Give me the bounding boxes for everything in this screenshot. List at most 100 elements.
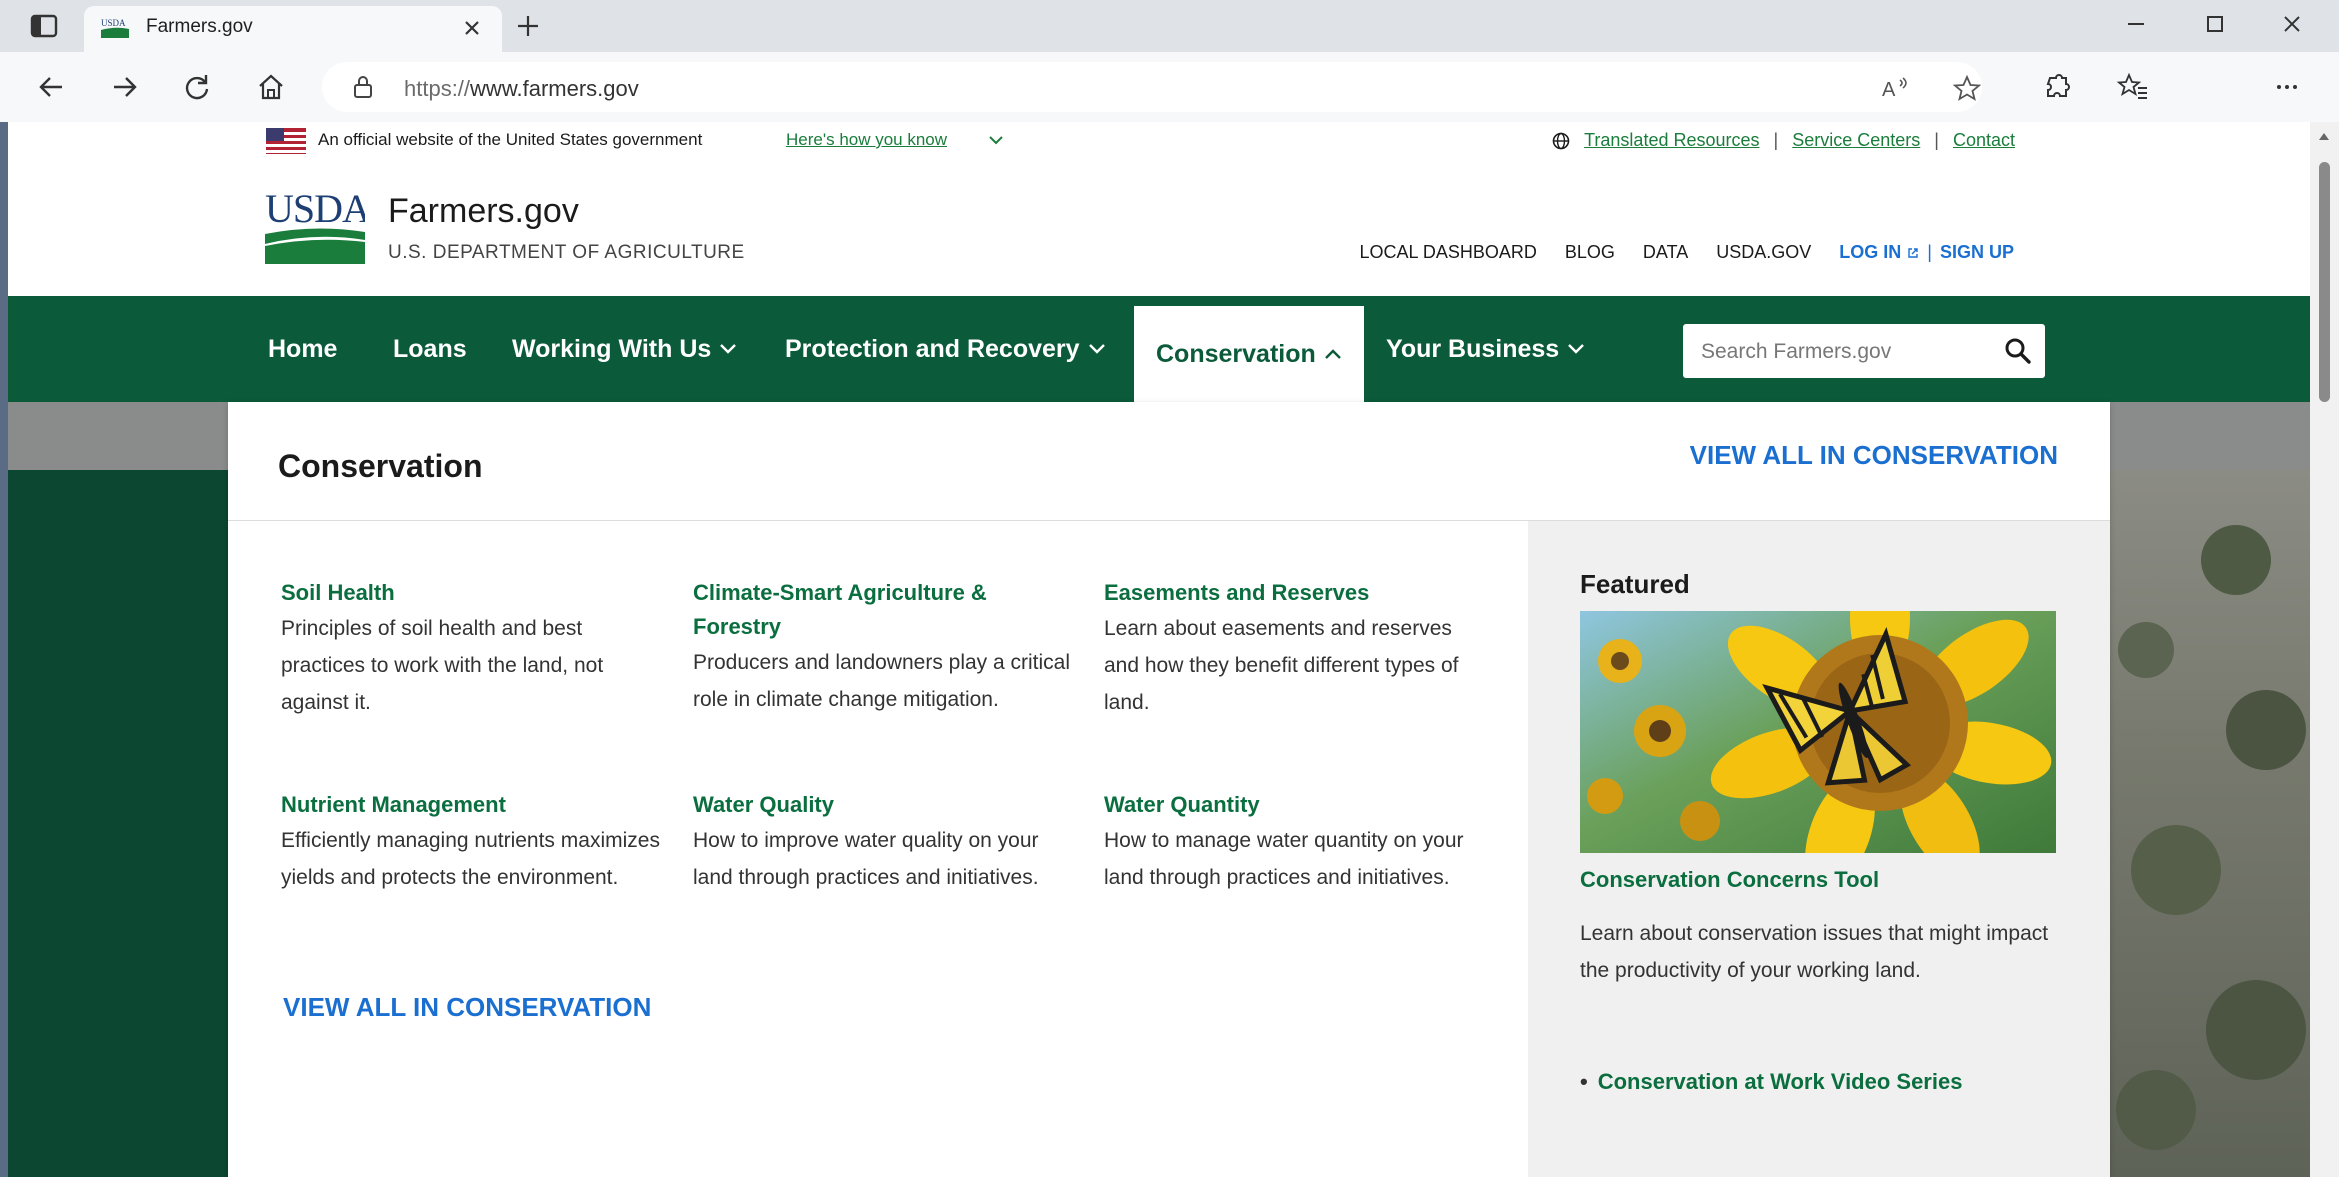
heres-how-you-know-link[interactable]: Here's how you know (786, 130, 947, 150)
chevron-down-icon (1088, 344, 1105, 354)
signup-link[interactable]: SIGN UP (1940, 242, 2014, 263)
lock-icon[interactable] (352, 75, 374, 99)
url-field[interactable]: https://www.farmers.gov A (322, 62, 1982, 112)
nav-your-business[interactable]: Your Business (1386, 296, 1585, 402)
nav-conservation[interactable]: Conservation (1134, 306, 1364, 402)
menu-item-desc: Producers and landowners play a critical… (693, 651, 1071, 711)
menu-item-easements-reserves[interactable]: Easements and Reserves Learn about easem… (1104, 576, 1484, 721)
maximize-icon[interactable] (2192, 6, 2236, 42)
login-link[interactable]: LOG IN (1839, 242, 1919, 263)
external-link-icon (1908, 247, 1918, 258)
scroll-up-arrow-icon[interactable] (2317, 130, 2331, 142)
nav-loans[interactable]: Loans (393, 296, 467, 402)
hero-photo (2106, 470, 2310, 1177)
service-centers-link[interactable]: Service Centers (1792, 130, 1920, 151)
nav-protection-recovery[interactable]: Protection and Recovery (785, 296, 1106, 402)
local-dashboard-link[interactable]: LOCAL DASHBOARD (1360, 242, 1537, 263)
nav-working-with-us[interactable]: Working With Us (512, 296, 737, 402)
address-bar: https://www.farmers.gov A (0, 52, 2339, 122)
nav-label: Protection and Recovery (785, 334, 1080, 363)
utility-nav: LOCAL DASHBOARD BLOG DATA USDA.GOV LOG I… (1360, 242, 2015, 263)
window-left-border (0, 122, 8, 1177)
nav-home[interactable]: Home (268, 296, 337, 402)
refresh-icon[interactable] (180, 70, 214, 104)
close-window-icon[interactable] (2270, 6, 2314, 42)
featured-panel: Featured Conservation Concerns Tool Lear… (1528, 521, 2110, 1177)
menu-item-title[interactable]: Water Quality (693, 788, 1073, 822)
login-label: LOG IN (1839, 242, 1902, 262)
close-tab-icon[interactable] (458, 14, 486, 42)
translated-resources-link[interactable]: Translated Resources (1584, 130, 1759, 151)
new-tab-icon[interactable] (512, 10, 544, 42)
page-viewport: An official website of the United States… (0, 122, 2339, 1177)
site-name[interactable]: Farmers.gov (388, 192, 579, 231)
chevron-down-icon (1568, 344, 1585, 354)
usda-favicon-icon: USDA (101, 18, 129, 38)
nav-label: Working With Us (512, 334, 712, 363)
mega-menu-title: Conservation (278, 448, 483, 484)
top-links: Translated Resources | Service Centers |… (1552, 130, 2015, 151)
home-icon[interactable] (254, 70, 288, 104)
menu-item-desc: How to improve water quality on your lan… (693, 829, 1039, 889)
extensions-icon[interactable] (2040, 70, 2074, 104)
tab-actions-icon[interactable] (28, 12, 60, 40)
chevron-up-icon (1324, 349, 1341, 359)
menu-item-title[interactable]: Soil Health (281, 576, 661, 610)
featured-label: Featured (1580, 569, 1690, 599)
menu-item-water-quality[interactable]: Water Quality How to improve water quali… (693, 788, 1073, 896)
gov-banner: An official website of the United States… (0, 122, 2310, 162)
gov-banner-text: An official website of the United States… (318, 130, 703, 149)
page-scrollbar[interactable] (2310, 122, 2339, 1177)
featured-description: Learn about conservation issues that mig… (1580, 922, 2049, 982)
forward-icon[interactable] (108, 70, 142, 104)
menu-item-desc: How to manage water quantity on your lan… (1104, 829, 1464, 889)
search-input[interactable] (1683, 324, 1993, 380)
menu-item-nutrient-management[interactable]: Nutrient Management Efficiently managing… (281, 788, 661, 896)
menu-item-desc: Principles of soil health and best pract… (281, 617, 604, 714)
menu-item-title[interactable]: Climate-Smart Agriculture & Forestry (693, 576, 1073, 644)
us-flag-icon (266, 128, 306, 154)
more-options-icon[interactable] (2270, 70, 2304, 104)
svg-text:USDA: USDA (101, 18, 126, 28)
view-all-conservation-link-bottom[interactable]: VIEW ALL IN CONSERVATION (283, 992, 651, 1023)
featured-sunflower-butterfly-image[interactable] (1580, 611, 2056, 853)
menu-item-desc: Learn about easements and reserves and h… (1104, 617, 1459, 714)
view-all-conservation-link[interactable]: VIEW ALL IN CONSERVATION (1690, 440, 2058, 471)
nav-label: Your Business (1386, 334, 1560, 363)
separator: | (1927, 242, 1932, 262)
search-box (1683, 324, 2045, 380)
usda-logo[interactable]: USDA (265, 184, 365, 264)
globe-icon (1552, 132, 1570, 149)
nav-label: Conservation (1156, 339, 1316, 368)
data-link[interactable]: DATA (1643, 242, 1688, 263)
usda-gov-link[interactable]: USDA.GOV (1716, 242, 1811, 263)
conservation-mega-menu: Conservation VIEW ALL IN CONSERVATION So… (228, 402, 2110, 1177)
menu-item-title[interactable]: Water Quantity (1104, 788, 1484, 822)
menu-item-climate-smart[interactable]: Climate-Smart Agriculture & Forestry Pro… (693, 576, 1073, 718)
url-text: https://www.farmers.gov (404, 76, 639, 101)
read-aloud-icon[interactable]: A (1880, 74, 1910, 102)
favorites-icon[interactable] (2116, 70, 2150, 104)
menu-item-desc: Efficiently managing nutrients maximizes… (281, 829, 660, 889)
search-icon[interactable] (2003, 336, 2033, 366)
separator: | (1934, 130, 1939, 150)
menu-item-soil-health[interactable]: Soil Health Principles of soil health an… (281, 576, 661, 721)
minimize-icon[interactable] (2114, 6, 2158, 42)
browser-tab[interactable]: USDA Farmers.gov (84, 6, 502, 52)
menu-item-title[interactable]: Nutrient Management (281, 788, 661, 822)
contact-link[interactable]: Contact (1953, 130, 2015, 151)
menu-item-water-quantity[interactable]: Water Quantity How to manage water quant… (1104, 788, 1484, 896)
scroll-thumb[interactable] (2319, 162, 2330, 402)
main-nav: Home Loans Working With Us Protection an… (0, 296, 2310, 402)
mega-menu-items: Soil Health Principles of soil health an… (228, 521, 1528, 1177)
conservation-at-work-link[interactable]: Conservation at Work Video Series (1598, 1069, 1963, 1094)
favorite-star-icon[interactable] (1952, 74, 1982, 102)
back-icon[interactable] (34, 70, 68, 104)
featured-title-link[interactable]: Conservation Concerns Tool (1580, 867, 1879, 893)
mega-menu-header: Conservation VIEW ALL IN CONSERVATION (228, 402, 2110, 521)
svg-text:USDA: USDA (265, 186, 365, 231)
chevron-down-icon[interactable] (988, 134, 1004, 146)
blog-link[interactable]: BLOG (1565, 242, 1615, 263)
menu-item-title[interactable]: Easements and Reserves (1104, 576, 1484, 610)
site-subtitle: U.S. DEPARTMENT OF AGRICULTURE (388, 242, 745, 263)
